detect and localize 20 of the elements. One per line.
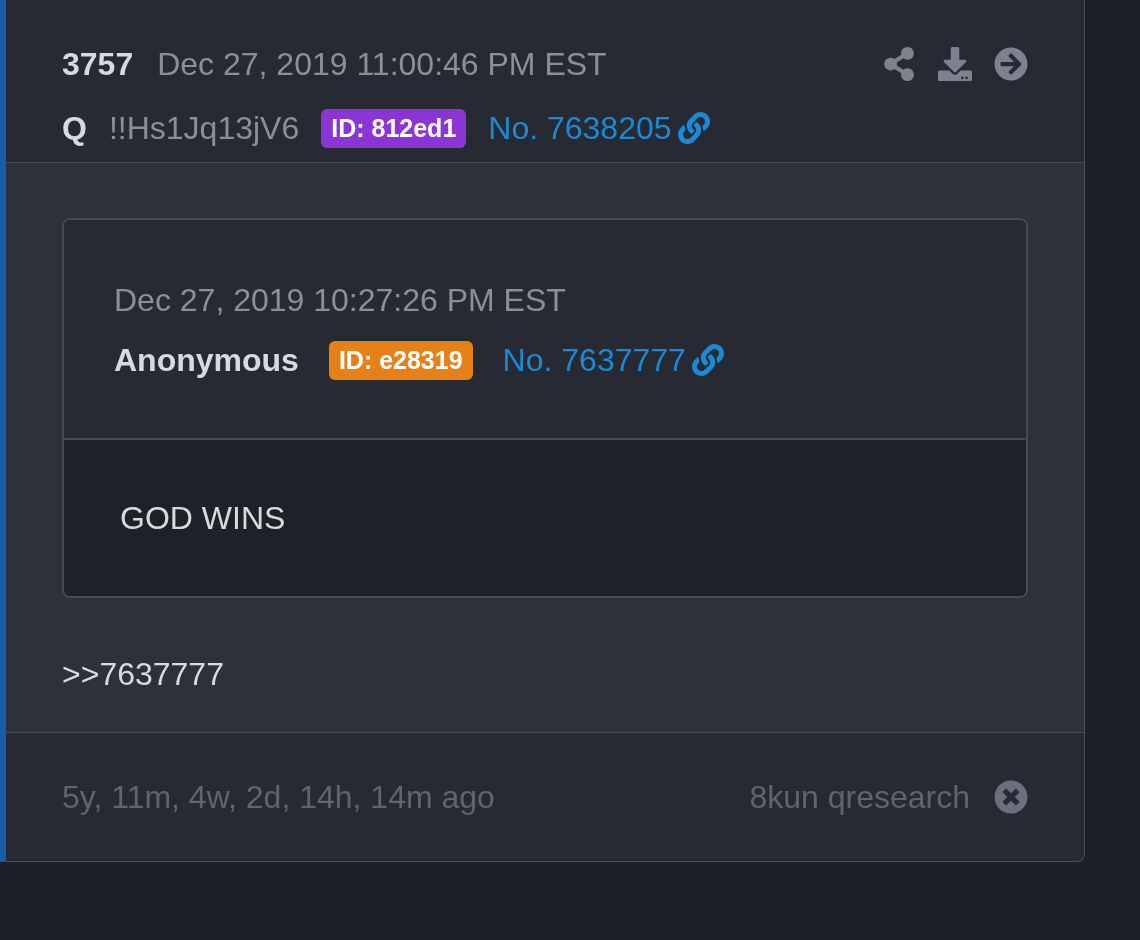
arrow-right-icon[interactable] <box>994 47 1028 81</box>
post-link[interactable]: No. 7637777 <box>502 341 724 379</box>
reply-reference: >>7637777 <box>62 656 225 693</box>
author-name: Anonymous <box>114 341 299 379</box>
share-icon[interactable] <box>882 47 916 81</box>
id-badge: ID: 812ed1 <box>321 108 467 148</box>
close-icon[interactable] <box>994 780 1028 814</box>
post-date: Dec 27, 2019 10:27:26 PM EST <box>114 281 566 319</box>
quote-text: GOD WINS <box>120 499 286 537</box>
post-date: Dec 27, 2019 11:00:46 PM EST <box>157 45 607 83</box>
tripcode: !!Hs1Jq13jV6 <box>108 109 300 147</box>
post-number: 3757 <box>62 45 134 83</box>
post-link[interactable]: No. 7638205 <box>488 109 710 147</box>
source-label: 8kun qresearch <box>749 778 970 816</box>
link-icon <box>677 112 710 144</box>
download-icon[interactable] <box>938 47 972 81</box>
link-icon <box>691 344 724 376</box>
post-age: 5y, 11m, 4w, 2d, 14h, 14m ago <box>62 778 495 816</box>
author-name: Q <box>62 109 87 147</box>
id-badge: ID: e28319 <box>328 340 473 380</box>
